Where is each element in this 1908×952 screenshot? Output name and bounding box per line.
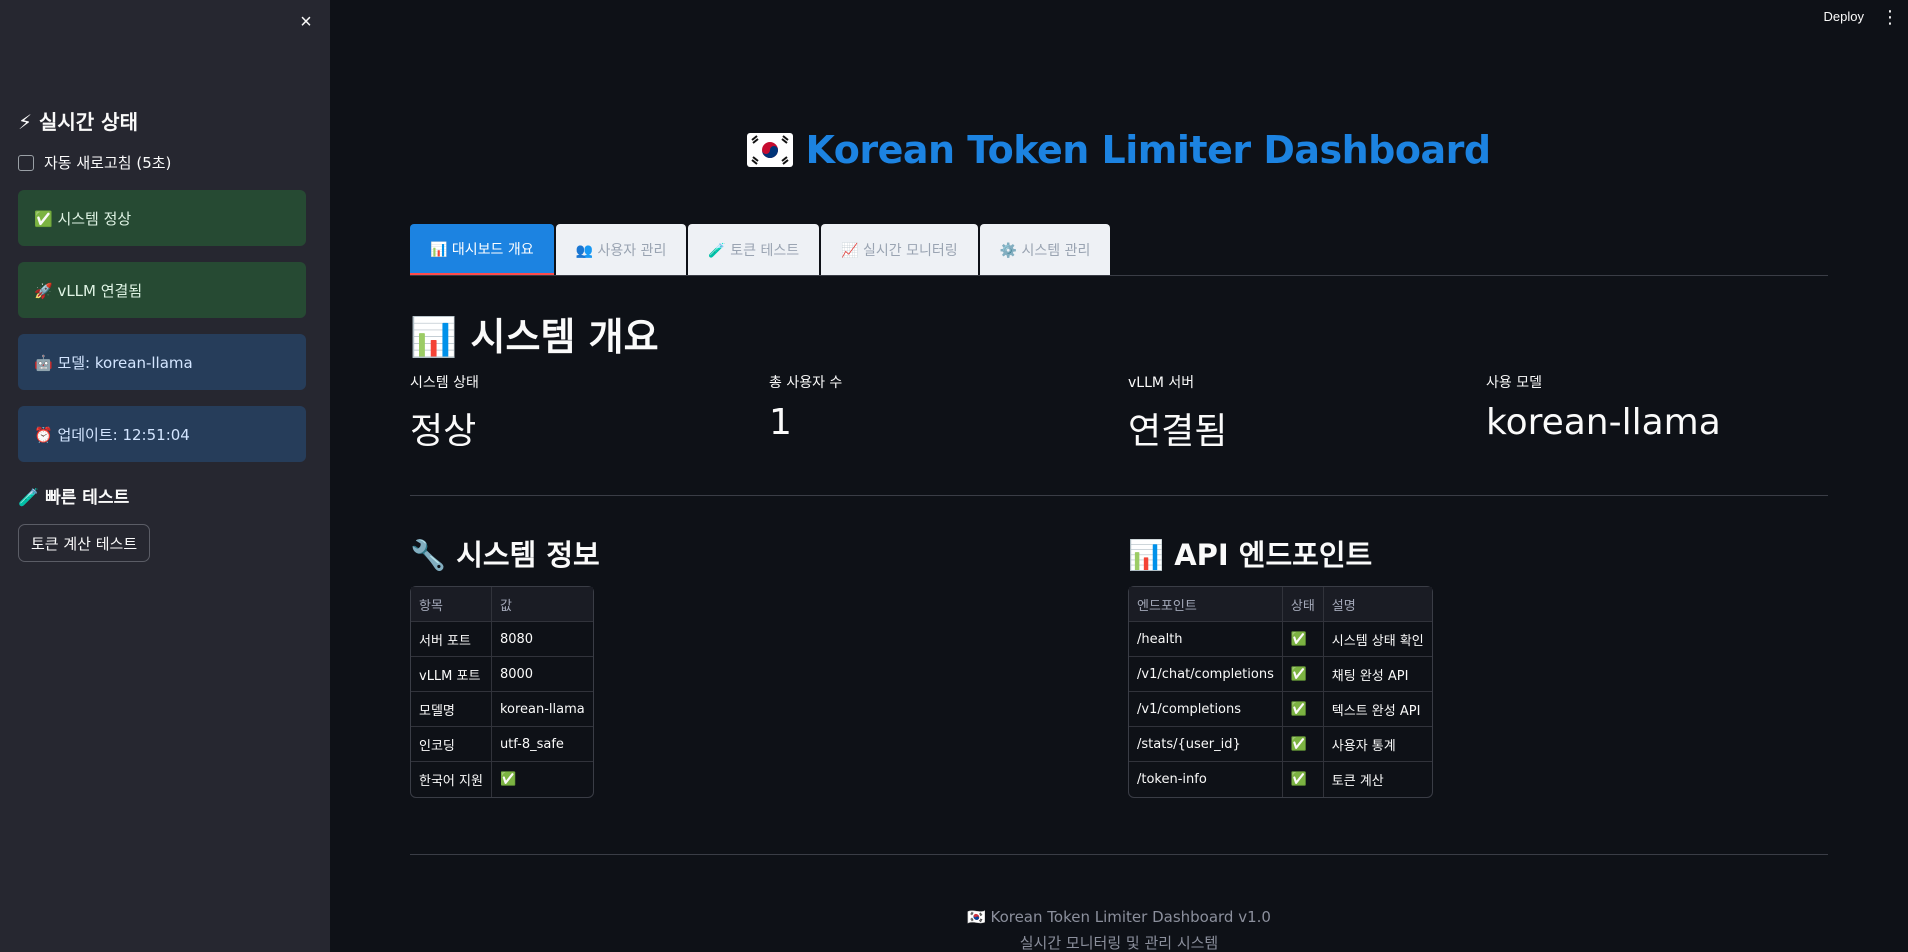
- page-title-text: Korean Token Limiter Dashboard: [805, 128, 1491, 172]
- footer-subtitle: 실시간 모니터링 및 관리 시스템: [1019, 934, 1219, 952]
- table-row: 서버 포트 8080: [411, 622, 593, 657]
- table-row: /token-info ✅ 토큰 계산: [1129, 762, 1432, 797]
- column-header: 상태: [1282, 587, 1324, 622]
- page-title: Korean Token Limiter Dashboard: [410, 128, 1828, 172]
- table-cell: /v1/completions: [1129, 692, 1283, 727]
- tab-divider: [410, 275, 1828, 276]
- table-cell: 한국어 지원: [411, 762, 492, 797]
- footer-title: 🇰🇷 Korean Token Limiter Dashboard v1.0: [967, 908, 1271, 926]
- table-cell: 채팅 완성 API: [1323, 657, 1432, 692]
- tab-token-test[interactable]: 🧪 토큰 테스트: [688, 224, 820, 276]
- metric-total-users: 총 사용자 수 1: [769, 372, 1109, 443]
- table-row: /v1/completions ✅ 텍스트 완성 API: [1129, 692, 1432, 727]
- update-time-card: ⏰ 업데이트: 12:51:04: [18, 406, 306, 462]
- table-cell: /health: [1129, 622, 1283, 657]
- tab-dashboard-overview[interactable]: 📊 대시보드 개요: [410, 224, 554, 276]
- model-info-card: 🤖 모델: korean-llama: [18, 334, 306, 390]
- deploy-button[interactable]: Deploy: [1824, 9, 1864, 24]
- auto-refresh-label: 자동 새로고침 (5초): [44, 154, 172, 172]
- metric-system-status: 시스템 상태 정상: [410, 372, 750, 454]
- system-overview-heading: 📊 시스템 개요: [410, 315, 659, 359]
- tab-system-management[interactable]: ⚙️ 시스템 관리: [979, 224, 1111, 276]
- table-row: /health ✅ 시스템 상태 확인: [1129, 622, 1432, 657]
- table-header-row: 엔드포인트 상태 설명: [1129, 587, 1432, 622]
- metric-label: vLLM 서버: [1128, 375, 1195, 391]
- system-info-table: 항목 값 서버 포트 8080 vLLM 포트 8000 모델명 korean-lla…: [410, 586, 594, 798]
- realtime-status-heading: ⚡ 실시간 상태: [18, 110, 138, 134]
- tab-user-management[interactable]: 👥 사용자 관리: [555, 224, 687, 276]
- token-count-test-button[interactable]: 토큰 계산 테스트: [18, 524, 151, 562]
- system-ok-card: ✅ 시스템 정상: [18, 190, 306, 246]
- checkbox-box[interactable]: [18, 154, 34, 171]
- table-row: 한국어 지원 ✅: [411, 762, 593, 797]
- kebab-menu-icon[interactable]: ⋮: [1880, 7, 1900, 27]
- sidebar: × ⚡ 실시간 상태 자동 새로고침 (5초) ✅ 시스템 정상 🚀 vLLM …: [0, 0, 330, 952]
- footer: 🇰🇷 Korean Token Limiter Dashboard v1.0 실…: [410, 908, 1828, 952]
- table-row: vLLM 포트 8000: [411, 657, 593, 692]
- table-header-row: 항목 값: [411, 587, 593, 622]
- metric-vllm-server: vLLM 서버 연결됨: [1128, 372, 1468, 454]
- system-info-heading: 🔧 시스템 정보: [410, 538, 600, 572]
- table-cell: /token-info: [1129, 762, 1283, 797]
- table-cell: 시스템 상태 확인: [1323, 622, 1432, 657]
- tab-bar: 📊 대시보드 개요 👥 사용자 관리 🧪 토큰 테스트 📈 실시간 모니터링 ⚙…: [410, 224, 1111, 276]
- tab-realtime-monitoring[interactable]: 📈 실시간 모니터링: [821, 224, 978, 276]
- table-cell: ✅: [1282, 622, 1324, 657]
- metric-value: korean-llama: [1486, 402, 1721, 443]
- column-header: 엔드포인트: [1129, 587, 1283, 622]
- table-cell: ✅: [1282, 727, 1324, 762]
- vllm-connected-card: 🚀 vLLM 연결됨: [18, 262, 306, 318]
- column-header: 항목: [411, 587, 492, 622]
- table-cell: ✅: [1283, 762, 1324, 797]
- table-row: 인코딩 utf-8_safe: [411, 727, 593, 762]
- table-cell: 인코딩: [411, 727, 492, 762]
- quick-test-heading: 🧪 빠른 테스트: [18, 488, 130, 508]
- table-cell: /v1/chat/completions: [1129, 657, 1283, 692]
- metric-value: 연결됨: [1128, 411, 1228, 452]
- table-cell: 텍스트 완성 API: [1323, 692, 1432, 727]
- table-row: /stats/{user_id} ✅ 사용자 통계: [1129, 727, 1432, 762]
- table-cell: 서버 포트: [411, 622, 492, 657]
- table-cell: 8080: [491, 622, 593, 657]
- column-header: 설명: [1323, 587, 1432, 622]
- table-row: 모델명 korean-llama: [411, 692, 593, 727]
- auto-refresh-checkbox[interactable]: 자동 새로고침 (5초): [18, 152, 171, 173]
- table-cell: vLLM 포트: [411, 657, 492, 692]
- section-divider: [410, 495, 1828, 496]
- metric-value: 1: [769, 402, 792, 443]
- metric-label: 시스템 상태: [410, 375, 479, 391]
- table-cell: 8000: [491, 657, 593, 692]
- table-cell: utf-8_safe: [491, 727, 593, 762]
- table-cell: ✅: [1282, 657, 1324, 692]
- api-endpoints-heading: 📊 API 엔드포인트: [1128, 538, 1373, 572]
- close-sidebar-icon[interactable]: ×: [296, 10, 316, 34]
- table-cell: korean-llama: [491, 692, 593, 727]
- table-cell: ✅: [1282, 692, 1324, 727]
- table-cell: /stats/{user_id}: [1129, 727, 1283, 762]
- metric-label: 사용 모델: [1486, 375, 1542, 391]
- table-row: /v1/chat/completions ✅ 채팅 완성 API: [1129, 657, 1432, 692]
- table-cell: ✅: [499, 772, 517, 787]
- table-cell: 토큰 계산: [1331, 774, 1384, 789]
- table-cell: 사용자 통계: [1323, 727, 1432, 762]
- footer-divider: [410, 854, 1828, 855]
- api-endpoints-table: 엔드포인트 상태 설명 /health ✅ 시스템 상태 확인 /v1/chat/c…: [1128, 586, 1433, 798]
- column-header: 값: [491, 587, 593, 622]
- metric-value: 정상: [410, 411, 477, 452]
- korean-flag-icon: [747, 133, 794, 167]
- table-cell: 모델명: [411, 692, 492, 727]
- metric-label: 총 사용자 수: [769, 375, 843, 391]
- metric-model: 사용 모델 korean-llama: [1486, 372, 1826, 443]
